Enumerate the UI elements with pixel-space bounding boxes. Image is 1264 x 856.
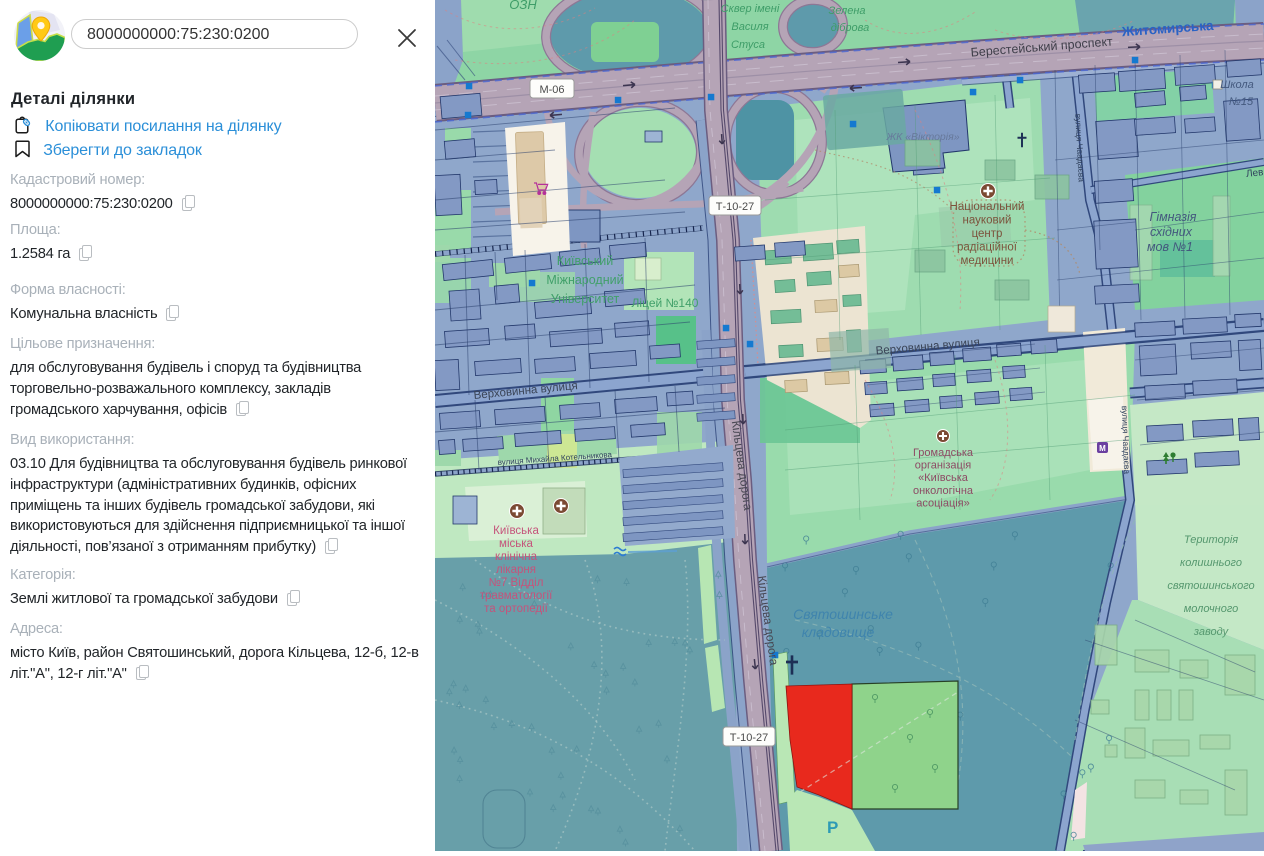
svg-text:Територія: Територія <box>1184 534 1238 546</box>
svg-text:та ортопедії: та ортопедії <box>484 603 548 615</box>
svg-text:міська: міська <box>499 538 533 550</box>
svg-text:онкологічна: онкологічна <box>913 485 974 497</box>
svg-text:Київська: Київська <box>493 525 539 537</box>
svg-text:ЖК «Вікторія»: ЖК «Вікторія» <box>885 131 959 143</box>
svg-text:«Київська: «Київська <box>918 472 969 484</box>
svg-text:молочного: молочного <box>1184 603 1239 615</box>
svg-text:№7 Відділ: №7 Відділ <box>489 577 544 589</box>
svg-text:М: М <box>1099 444 1106 453</box>
svg-text:Зелена: Зелена <box>829 5 866 17</box>
svg-text:травматології: травматології <box>480 590 553 602</box>
svg-text:клінічна: клінічна <box>495 551 538 563</box>
svg-text:Василя: Василя <box>731 21 768 33</box>
svg-text:ОЗН: ОЗН <box>509 0 537 12</box>
svg-text:Стуса: Стуса <box>731 39 765 51</box>
svg-text:Гімназія: Гімназія <box>1150 210 1197 224</box>
svg-text:Ліцей №140: Ліцей №140 <box>632 296 699 310</box>
svg-text:асоціація»: асоціація» <box>916 497 970 509</box>
svg-text:лікарня: лікарня <box>496 564 536 576</box>
svg-text:святошинського: святошинського <box>1167 580 1254 592</box>
svg-text:Святошинське: Святошинське <box>793 606 893 622</box>
svg-text:науковий: науковий <box>963 215 1012 227</box>
svg-text:радіаційної: радіаційної <box>957 242 1018 254</box>
svg-text:Громадська: Громадська <box>913 447 974 459</box>
svg-text:М-06: М-06 <box>539 84 564 96</box>
svg-text:Лев: Лев <box>1245 167 1263 180</box>
svg-text:Т-10-27: Т-10-27 <box>730 732 769 744</box>
svg-text:кладовище: кладовище <box>802 624 875 640</box>
svg-text:східних: східних <box>1150 225 1193 239</box>
svg-text:P: P <box>827 818 838 837</box>
svg-text:Міжнародний: Міжнародний <box>546 273 623 287</box>
svg-text:колишнього: колишнього <box>1180 557 1242 569</box>
svg-text:№15: №15 <box>1229 96 1254 108</box>
svg-text:Т-10-27: Т-10-27 <box>716 201 755 213</box>
svg-text:Сквер імені: Сквер імені <box>721 3 780 15</box>
svg-text:Національний: Національний <box>950 201 1025 213</box>
svg-text:заводу: заводу <box>1193 626 1230 638</box>
svg-text:медицини: медицини <box>961 255 1014 267</box>
svg-text:мов №1: мов №1 <box>1147 240 1193 254</box>
svg-text:центр: центр <box>972 228 1003 240</box>
svg-text:Університет: Університет <box>551 292 620 306</box>
svg-text:Київський: Київський <box>557 254 613 268</box>
svg-text:діброва: діброва <box>831 22 870 34</box>
svg-text:Школа: Школа <box>1220 79 1254 91</box>
svg-text:організація: організація <box>915 460 972 472</box>
